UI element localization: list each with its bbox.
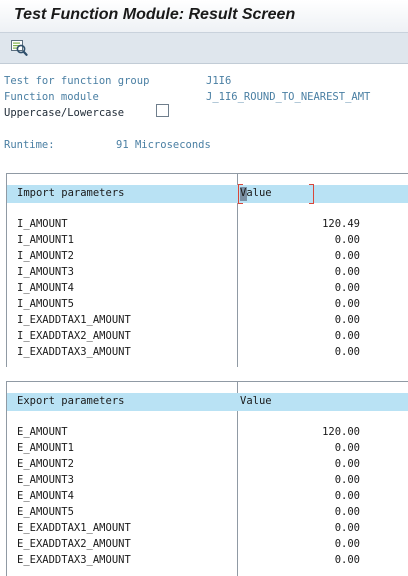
export-table-row[interactable]: E_AMOUNT2 0.00	[7, 458, 408, 474]
export-table-row[interactable]: E_EXADDTAX2_AMOUNT 0.00	[7, 538, 408, 554]
parameter-value: 0.00	[334, 506, 360, 518]
parameter-value: 0.00	[334, 314, 360, 326]
uppercase-lowercase-checkbox[interactable]	[156, 104, 169, 117]
title-bar: Test Function Module: Result Screen	[0, 0, 408, 33]
parameter-name: I_AMOUNT2	[17, 250, 74, 262]
export-name-column-header: Export parameters	[17, 395, 125, 407]
export-table-row[interactable]: E_AMOUNT1 0.00	[7, 442, 408, 458]
focus-bracket-right	[309, 184, 314, 204]
export-table-row[interactable]: E_EXADDTAX1_AMOUNT 0.00	[7, 522, 408, 538]
runtime-value: 91 Microseconds	[116, 139, 211, 151]
parameter-name: I_AMOUNT	[17, 218, 68, 230]
parameter-value: 0.00	[334, 490, 360, 502]
parameter-value: 0.00	[334, 442, 360, 454]
parameter-name: E_AMOUNT3	[17, 474, 74, 486]
parameter-value: 0.00	[334, 458, 360, 470]
import-table-row[interactable]: I_AMOUNT4 0.00	[7, 282, 408, 298]
import-table-row[interactable]: I_EXADDTAX3_AMOUNT 0.00	[7, 346, 408, 362]
parameter-value: 0.00	[334, 474, 360, 486]
import-table-row[interactable]: I_AMOUNT2 0.00	[7, 250, 408, 266]
parameter-name: I_EXADDTAX2_AMOUNT	[17, 330, 131, 342]
execute-icon[interactable]	[10, 39, 28, 57]
parameter-value: 120.00	[322, 426, 360, 438]
import-table-row[interactable]: I_AMOUNT 120.49	[7, 218, 408, 234]
parameter-value: 0.00	[334, 554, 360, 566]
function-group-label: Test for function group	[4, 75, 150, 87]
import-table-header: Import parameters Value	[7, 184, 408, 204]
parameter-name: I_AMOUNT3	[17, 266, 74, 278]
parameter-name: E_AMOUNT2	[17, 458, 74, 470]
parameter-value: 120.49	[322, 218, 360, 230]
parameter-name: E_AMOUNT4	[17, 490, 74, 502]
export-table-row[interactable]: E_AMOUNT 120.00	[7, 426, 408, 442]
import-table-row[interactable]: I_AMOUNT5 0.00	[7, 298, 408, 314]
parameter-value: 0.00	[334, 522, 360, 534]
parameter-name: I_EXADDTAX3_AMOUNT	[17, 346, 131, 358]
function-module-value: J_1I6_ROUND_TO_NEAREST_AMT	[206, 91, 371, 103]
parameter-name: E_AMOUNT5	[17, 506, 74, 518]
parameter-value: 0.00	[334, 330, 360, 342]
export-table-row[interactable]: E_EXADDTAX3_AMOUNT 0.00	[7, 554, 408, 570]
parameter-name: E_EXADDTAX1_AMOUNT	[17, 522, 131, 534]
runtime-label: Runtime:	[4, 139, 55, 151]
export-table-row[interactable]: E_AMOUNT4 0.00	[7, 490, 408, 506]
import-name-column-header: Import parameters	[17, 187, 125, 199]
window-title: Test Function Module: Result Screen	[14, 6, 296, 23]
parameter-name: I_AMOUNT1	[17, 234, 74, 246]
parameter-value: 0.00	[334, 538, 360, 550]
import-table-row[interactable]: I_AMOUNT1 0.00	[7, 234, 408, 250]
parameter-value: 0.00	[334, 234, 360, 246]
export-parameters-table: Export parameters Value E_AMOUNT 120.00 E_…	[6, 381, 408, 576]
parameter-name: E_EXADDTAX2_AMOUNT	[17, 538, 131, 550]
parameter-value: 0.00	[334, 250, 360, 262]
parameter-name: I_EXADDTAX1_AMOUNT	[17, 314, 131, 326]
export-table-row[interactable]: E_AMOUNT3 0.00	[7, 474, 408, 490]
export-value-column-header[interactable]: Value	[240, 395, 272, 407]
function-group-value: J1I6	[206, 75, 232, 87]
function-module-label: Function module	[4, 91, 99, 103]
application-toolbar	[0, 33, 408, 64]
import-table-row[interactable]: I_AMOUNT3 0.00	[7, 266, 408, 282]
import-value-header-label: Value	[240, 187, 272, 199]
export-table-header: Export parameters Value	[7, 393, 408, 411]
import-table-row[interactable]: I_EXADDTAX1_AMOUNT 0.00	[7, 314, 408, 330]
parameter-value: 0.00	[334, 346, 360, 358]
parameter-name: E_EXADDTAX3_AMOUNT	[17, 554, 131, 566]
parameter-value: 0.00	[334, 282, 360, 294]
parameter-name: I_AMOUNT4	[17, 282, 74, 294]
parameter-value: 0.00	[334, 298, 360, 310]
export-table-row[interactable]: E_AMOUNT5 0.00	[7, 506, 408, 522]
uppercase-lowercase-label: Uppercase/Lowercase	[4, 107, 125, 119]
focus-bracket-left	[238, 184, 243, 204]
import-parameters-table: Import parameters Value I_AMOUNT 120.49 I_…	[6, 173, 408, 367]
parameter-name: E_AMOUNT1	[17, 442, 74, 454]
import-value-column-header[interactable]: Value	[238, 184, 314, 204]
parameter-name: I_AMOUNT5	[17, 298, 74, 310]
import-table-row[interactable]: I_EXADDTAX2_AMOUNT 0.00	[7, 330, 408, 346]
parameter-value: 0.00	[334, 266, 360, 278]
parameter-name: E_AMOUNT	[17, 426, 68, 438]
